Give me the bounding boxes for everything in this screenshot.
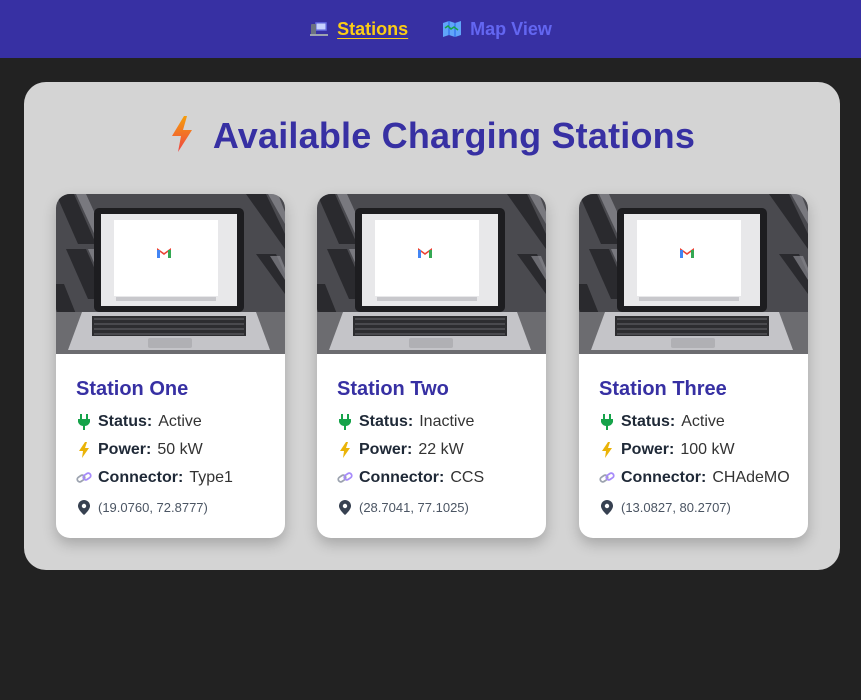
station-power-row: Power: 22 kW: [337, 441, 464, 459]
nav-label-stations: Stations: [337, 18, 409, 39]
power-value: 50 kW: [157, 441, 203, 458]
nav-link-map-view[interactable]: Map View: [442, 19, 552, 40]
stations-panel: Available Charging Stations Station One …: [24, 82, 840, 570]
station-connector-row: Connector: Type1: [76, 469, 233, 487]
power-label: Power:: [98, 441, 152, 458]
connector-value: CCS: [450, 469, 485, 486]
plug-icon: [76, 414, 92, 430]
status-label: Status:: [98, 413, 153, 430]
station-name: Station Three: [599, 378, 727, 400]
top-navbar: Stations Map View: [0, 0, 861, 58]
bolt-icon: [599, 442, 615, 458]
power-value: 22 kW: [418, 441, 464, 458]
link-icon: [599, 471, 615, 485]
map-icon: [442, 20, 462, 38]
bolt-icon: [76, 442, 92, 458]
coords-value: (19.0760, 72.8777): [98, 500, 208, 515]
connector-label: Connector:: [359, 469, 445, 486]
station-card[interactable]: Station One Status: Active Power: 50 kW …: [56, 194, 285, 538]
connector-label: Connector:: [621, 469, 707, 486]
station-card[interactable]: Station Three Status: Active Power: 100 …: [579, 194, 808, 538]
power-label: Power:: [621, 441, 675, 458]
link-icon: [76, 471, 92, 485]
location-pin-icon: [337, 500, 353, 515]
status-value: Active: [158, 413, 202, 430]
station-coords-row: (13.0827, 80.2707): [599, 500, 731, 515]
location-pin-icon: [599, 500, 615, 515]
station-image: [56, 194, 285, 354]
coords-value: (28.7041, 77.1025): [359, 500, 469, 515]
link-icon: [337, 471, 353, 485]
nav-link-stations[interactable]: Stations: [309, 19, 408, 40]
station-connector-row: Connector: CHAdeMO: [599, 469, 790, 487]
station-status-row: Status: Active: [76, 413, 202, 431]
status-value: Inactive: [419, 413, 475, 430]
connector-value: CHAdeMO: [712, 469, 790, 486]
station-coords-row: (28.7041, 77.1025): [337, 500, 469, 515]
page-title: Available Charging Stations: [24, 114, 840, 158]
station-name: Station Two: [337, 378, 449, 400]
coords-value: (13.0827, 80.2707): [621, 500, 731, 515]
page-heading: Available Charging Stations: [212, 115, 696, 156]
bolt-icon: [337, 442, 353, 458]
station-card[interactable]: Station Two Status: Inactive Power: 22 k…: [317, 194, 546, 538]
connector-value: Type1: [189, 469, 233, 486]
nav-label-map-view: Map View: [470, 18, 552, 39]
connector-label: Connector:: [98, 469, 184, 486]
station-power-row: Power: 50 kW: [76, 441, 203, 459]
plug-icon: [337, 414, 353, 430]
station-image: [317, 194, 546, 354]
location-pin-icon: [76, 500, 92, 515]
power-value: 100 kW: [680, 441, 735, 458]
power-label: Power:: [359, 441, 413, 458]
status-label: Status:: [359, 413, 414, 430]
plug-icon: [599, 414, 615, 430]
station-status-row: Status: Inactive: [337, 413, 474, 431]
station-status-row: Status: Active: [599, 413, 725, 431]
station-coords-row: (19.0760, 72.8777): [76, 500, 208, 515]
computer-icon: [309, 19, 329, 39]
station-image: [579, 194, 808, 354]
status-value: Active: [681, 413, 725, 430]
lightning-icon: [169, 115, 195, 157]
station-name: Station One: [76, 378, 189, 400]
station-power-row: Power: 100 kW: [599, 441, 735, 459]
status-label: Status:: [621, 413, 676, 430]
station-connector-row: Connector: CCS: [337, 469, 484, 487]
